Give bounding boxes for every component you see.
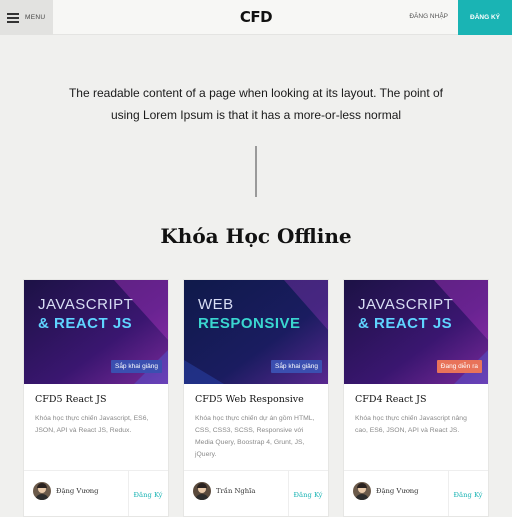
course-author: Đặng Vương	[353, 482, 419, 500]
thumbnail-heading: JAVASCRIPT	[38, 296, 134, 313]
course-author: Đặng Vương	[33, 482, 99, 500]
course-description: Khóa học thực chiến dự án gồm HTML, CSS,…	[195, 415, 315, 458]
status-badge: Đang diễn ra	[436, 360, 482, 373]
course-card[interactable]: JAVASCRIPT & REACT JS Sắp khai giảng CFD…	[23, 279, 169, 517]
status-badge: Sắp khai giảng	[110, 360, 162, 373]
top-header: MENU CFD ĐĂNG NHẬP ĐĂNG KÝ	[0, 0, 512, 35]
author-name: Đặng Vương	[56, 487, 99, 495]
enroll-button[interactable]: Đăng Ký	[128, 471, 168, 516]
section-title: Khóa Học Offline	[160, 224, 352, 248]
course-author: Trần Nghĩa	[193, 482, 255, 500]
course-card[interactable]: JAVASCRIPT & REACT JS Đang diễn ra CFD4 …	[343, 279, 489, 517]
vertical-divider	[255, 146, 257, 197]
course-description: Khóa học thực chiến Javascript nâng cao,…	[355, 415, 467, 434]
logo[interactable]: CFD	[240, 8, 273, 26]
course-description: Khóa học thực chiến Javascript, ES6, JSO…	[35, 415, 149, 434]
hamburger-icon	[7, 13, 19, 23]
status-badge: Sắp khai giảng	[270, 360, 322, 373]
course-footer: Trần Nghĩa Đăng Ký	[184, 470, 328, 516]
menu-label: MENU	[25, 14, 46, 21]
course-title[interactable]: CFD5 Web Responsive	[195, 394, 304, 405]
thumbnail-heading: JAVASCRIPT	[358, 296, 454, 313]
course-title[interactable]: CFD5 React JS	[35, 394, 106, 405]
author-name: Trần Nghĩa	[216, 487, 256, 495]
thumbnail-subheading: & REACT JS	[358, 315, 453, 332]
thumbnail-subheading: & REACT JS	[38, 315, 133, 332]
course-thumbnail[interactable]: JAVASCRIPT & REACT JS Đang diễn ra	[344, 280, 488, 384]
course-thumbnail[interactable]: JAVASCRIPT & REACT JS Sắp khai giảng	[24, 280, 168, 384]
thumbnail-heading: WEB	[198, 296, 234, 313]
thumbnail-subheading: RESPONSIVE	[198, 315, 301, 332]
menu-button[interactable]: MENU	[0, 0, 53, 35]
avatar	[193, 482, 211, 500]
course-footer: Đặng Vương Đăng Ký	[344, 470, 488, 516]
login-link[interactable]: ĐĂNG NHẬP	[409, 13, 448, 20]
avatar	[353, 482, 371, 500]
course-footer: Đặng Vương Đăng Ký	[24, 470, 168, 516]
intro-text: The readable content of a page when look…	[68, 86, 444, 122]
author-name: Đặng Vương	[376, 487, 419, 495]
course-card[interactable]: WEB RESPONSIVE Sắp khai giảng CFD5 Web R…	[183, 279, 329, 517]
register-button[interactable]: ĐĂNG KÝ	[458, 0, 512, 35]
enroll-button[interactable]: Đăng Ký	[448, 471, 488, 516]
course-thumbnail[interactable]: WEB RESPONSIVE Sắp khai giảng	[184, 280, 328, 384]
avatar	[33, 482, 51, 500]
enroll-button[interactable]: Đăng Ký	[288, 471, 328, 516]
course-title[interactable]: CFD4 React JS	[355, 394, 426, 405]
